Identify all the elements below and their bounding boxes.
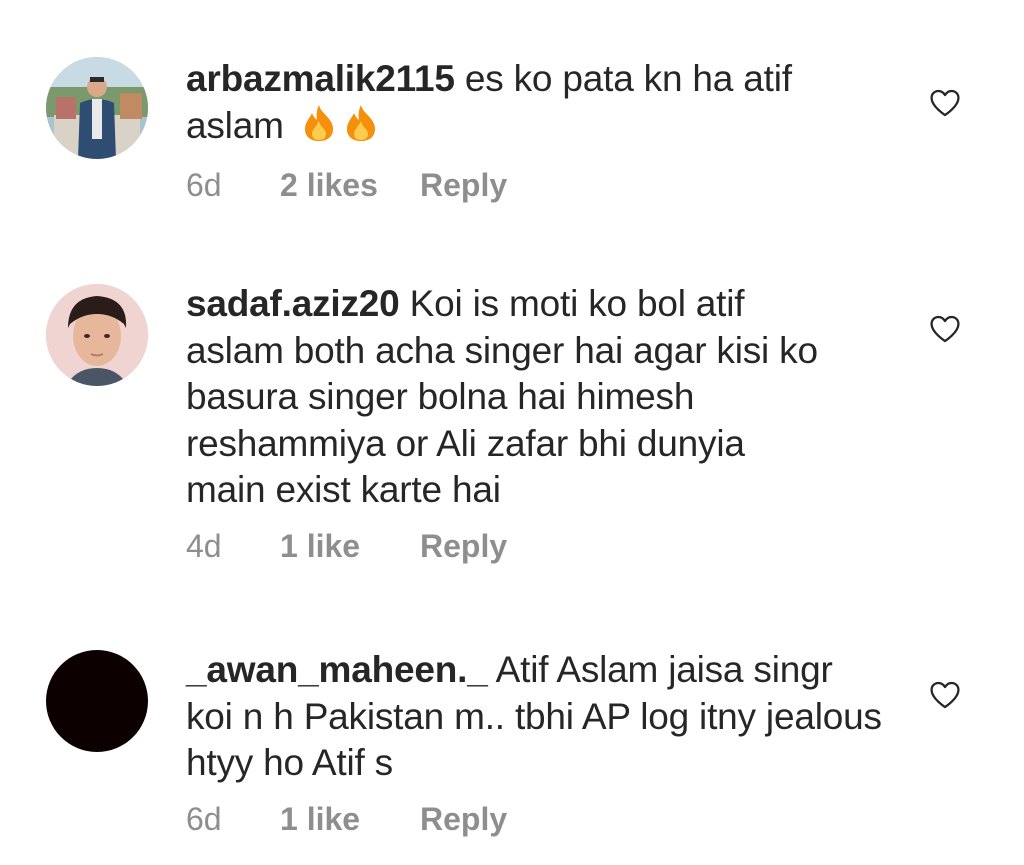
comment-body: arbazmalik2115 es ko pata kn ha atif asl… [186,56,886,207]
comment-body: _awan_maheen._ Atif Aslam jaisa singr ko… [186,647,886,841]
comment-meta: 6d 1 like Reply [186,801,886,841]
comment-text: _awan_maheen._ Atif Aslam jaisa singr ko… [186,647,886,787]
username[interactable]: _awan_maheen._ [186,649,488,690]
timestamp: 6d [186,800,222,837]
comment-meta: 4d 1 like Reply [186,528,826,568]
heart-outline-icon[interactable] [928,678,962,712]
timestamp: 4d [186,527,222,564]
username[interactable]: sadaf.aziz20 [186,283,400,324]
reply-button[interactable]: Reply [420,167,507,204]
likes-count[interactable]: 1 like [280,801,420,838]
username[interactable]: arbazmalik2115 [186,58,455,99]
avatar[interactable] [46,57,148,159]
fire-emoji-icon [344,104,378,154]
avatar[interactable] [46,650,148,752]
heart-outline-icon[interactable] [928,312,962,346]
timestamp: 6d [186,167,222,203]
avatar[interactable] [46,284,148,386]
comment-body: sadaf.aziz20 Koi is moti ko bol atif asl… [186,281,826,568]
heart-outline-icon[interactable] [928,86,962,120]
reply-button[interactable]: Reply [420,801,507,838]
likes-count[interactable]: 2 likes [280,167,420,204]
comment-text: sadaf.aziz20 Koi is moti ko bol atif asl… [186,281,826,514]
reply-button[interactable]: Reply [420,528,507,565]
likes-count[interactable]: 1 like [280,528,420,565]
comment-meta: 6d 2 likes Reply [186,167,886,207]
fire-emoji-icon [302,104,336,154]
comment-text: arbazmalik2115 es ko pata kn ha atif asl… [186,56,886,153]
